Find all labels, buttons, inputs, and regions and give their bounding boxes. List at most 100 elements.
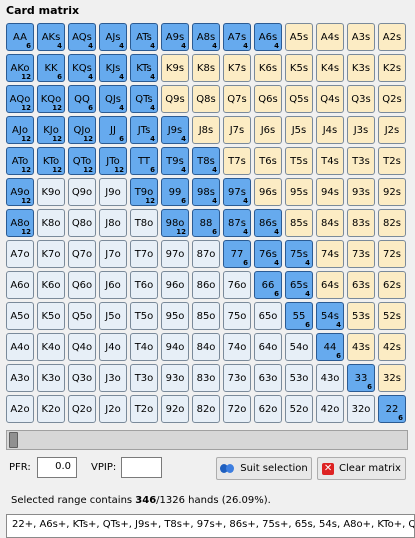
hand-cell-kqo[interactable]: KQo 12	[37, 85, 65, 113]
hand-cell-j6s[interactable]: J6s	[254, 116, 282, 144]
hand-cell-65o[interactable]: 65o	[254, 302, 282, 330]
hand-cell-j8s[interactable]: J8s	[192, 116, 220, 144]
hand-cell-k7o[interactable]: K7o	[37, 240, 65, 268]
hand-cell-k8s[interactable]: K8s	[192, 54, 220, 82]
hand-cell-84s[interactable]: 84s	[316, 209, 344, 237]
hand-cell-aqs[interactable]: AQs 4	[68, 23, 96, 51]
hand-cell-j3o[interactable]: J3o	[99, 364, 127, 392]
hand-cell-98s[interactable]: 98s 4	[192, 178, 220, 206]
hand-cell-99[interactable]: 99 6	[161, 178, 189, 206]
hand-cell-86o[interactable]: 86o	[192, 271, 220, 299]
hand-cell-aa[interactable]: AA 6	[6, 23, 34, 51]
hand-cell-93o[interactable]: 93o	[161, 364, 189, 392]
hand-cell-a2s[interactable]: A2s	[378, 23, 406, 51]
hand-cell-k4s[interactable]: K4s	[316, 54, 344, 82]
hand-cell-t2o[interactable]: T2o	[130, 395, 158, 423]
hand-cell-42o[interactable]: 42o	[316, 395, 344, 423]
hand-cell-22[interactable]: 22 6	[378, 395, 406, 423]
hand-cell-76s[interactable]: 76s 4	[254, 240, 282, 268]
hand-cell-55[interactable]: 55 6	[285, 302, 313, 330]
hand-cell-t6o[interactable]: T6o	[130, 271, 158, 299]
hand-cell-k2o[interactable]: K2o	[37, 395, 65, 423]
hand-cell-kto[interactable]: KTo 12	[37, 147, 65, 175]
hand-cell-63s[interactable]: 63s	[347, 271, 375, 299]
hand-cell-k2s[interactable]: K2s	[378, 54, 406, 82]
hand-cell-75o[interactable]: 75o	[223, 302, 251, 330]
hand-cell-32s[interactable]: 32s	[378, 364, 406, 392]
hand-cell-74o[interactable]: 74o	[223, 333, 251, 361]
hand-cell-a9s[interactable]: A9s 4	[161, 23, 189, 51]
hand-cell-85s[interactable]: 85s	[285, 209, 313, 237]
hand-cell-a3s[interactable]: A3s	[347, 23, 375, 51]
hand-cell-k4o[interactable]: K4o	[37, 333, 65, 361]
hand-cell-qjs[interactable]: QJs 4	[99, 85, 127, 113]
pfr-input[interactable]: 0.0	[37, 457, 77, 478]
hand-cell-t9s[interactable]: T9s 4	[161, 147, 189, 175]
hand-cell-a5s[interactable]: A5s	[285, 23, 313, 51]
hand-cell-j7s[interactable]: J7s	[223, 116, 251, 144]
hand-cell-82s[interactable]: 82s	[378, 209, 406, 237]
hand-cell-qq[interactable]: QQ 6	[68, 85, 96, 113]
hand-cell-95s[interactable]: 95s	[285, 178, 313, 206]
hand-cell-a7s[interactable]: A7s 4	[223, 23, 251, 51]
hand-cell-88[interactable]: 88 6	[192, 209, 220, 237]
hand-cell-q8s[interactable]: Q8s	[192, 85, 220, 113]
hand-cell-j2s[interactable]: J2s	[378, 116, 406, 144]
hand-cell-ako[interactable]: AKo 12	[6, 54, 34, 82]
hand-cell-j3s[interactable]: J3s	[347, 116, 375, 144]
hand-cell-t5o[interactable]: T5o	[130, 302, 158, 330]
hand-cell-86s[interactable]: 86s 4	[254, 209, 282, 237]
hand-cell-t7o[interactable]: T7o	[130, 240, 158, 268]
hand-cell-33[interactable]: 33 6	[347, 364, 375, 392]
hand-cell-t8s[interactable]: T8s 4	[192, 147, 220, 175]
hand-cell-k8o[interactable]: K8o	[37, 209, 65, 237]
hand-cell-a7o[interactable]: A7o	[6, 240, 34, 268]
hand-cell-t8o[interactable]: T8o	[130, 209, 158, 237]
hand-cell-q3s[interactable]: Q3s	[347, 85, 375, 113]
hand-cell-q9s[interactable]: Q9s	[161, 85, 189, 113]
hand-cell-q2s[interactable]: Q2s	[378, 85, 406, 113]
hand-cell-93s[interactable]: 93s	[347, 178, 375, 206]
hand-cell-ats[interactable]: ATs 4	[130, 23, 158, 51]
vpip-input[interactable]	[121, 457, 162, 478]
hand-cell-64o[interactable]: 64o	[254, 333, 282, 361]
hand-cell-j9s[interactable]: J9s 4	[161, 116, 189, 144]
hand-cell-ato[interactable]: ATo 12	[6, 147, 34, 175]
hand-cell-t4s[interactable]: T4s	[316, 147, 344, 175]
hand-cell-jts[interactable]: JTs 4	[130, 116, 158, 144]
hand-cell-q4s[interactable]: Q4s	[316, 85, 344, 113]
hand-cell-q2o[interactable]: Q2o	[68, 395, 96, 423]
hand-cell-92s[interactable]: 92s	[378, 178, 406, 206]
hand-cell-64s[interactable]: 64s	[316, 271, 344, 299]
hand-cell-qts[interactable]: QTs 4	[130, 85, 158, 113]
hand-cell-k5o[interactable]: K5o	[37, 302, 65, 330]
hand-cell-aqo[interactable]: AQo 12	[6, 85, 34, 113]
hand-cell-jto[interactable]: JTo 12	[99, 147, 127, 175]
hand-cell-84o[interactable]: 84o	[192, 333, 220, 361]
hand-cell-97s[interactable]: 97s 4	[223, 178, 251, 206]
hand-cell-q4o[interactable]: Q4o	[68, 333, 96, 361]
hand-cell-ajo[interactable]: AJo 12	[6, 116, 34, 144]
hand-cell-t3s[interactable]: T3s	[347, 147, 375, 175]
hand-cell-52o[interactable]: 52o	[285, 395, 313, 423]
hand-cell-96s[interactable]: 96s	[254, 178, 282, 206]
hand-cell-87s[interactable]: 87s 4	[223, 209, 251, 237]
hand-cell-a9o[interactable]: A9o 12	[6, 178, 34, 206]
hand-cell-k9o[interactable]: K9o	[37, 178, 65, 206]
hand-cell-j5o[interactable]: J5o	[99, 302, 127, 330]
hand-cell-97o[interactable]: 97o	[161, 240, 189, 268]
hand-cell-66[interactable]: 66 6	[254, 271, 282, 299]
hand-cell-72s[interactable]: 72s	[378, 240, 406, 268]
range-text-field[interactable]: 22+, A6s+, KTs+, QTs+, J9s+, T8s+, 97s+,…	[6, 514, 415, 538]
hand-cell-t4o[interactable]: T4o	[130, 333, 158, 361]
hand-cell-k3s[interactable]: K3s	[347, 54, 375, 82]
hand-cell-t7s[interactable]: T7s	[223, 147, 251, 175]
hand-cell-k7s[interactable]: K7s	[223, 54, 251, 82]
hand-cell-a6s[interactable]: A6s 4	[254, 23, 282, 51]
hand-cell-t2s[interactable]: T2s	[378, 147, 406, 175]
hand-cell-63o[interactable]: 63o	[254, 364, 282, 392]
hand-cell-a5o[interactable]: A5o	[6, 302, 34, 330]
range-slider[interactable]	[6, 430, 408, 450]
clear-matrix-button[interactable]: ✕ Clear matrix	[317, 457, 406, 480]
hand-cell-43o[interactable]: 43o	[316, 364, 344, 392]
